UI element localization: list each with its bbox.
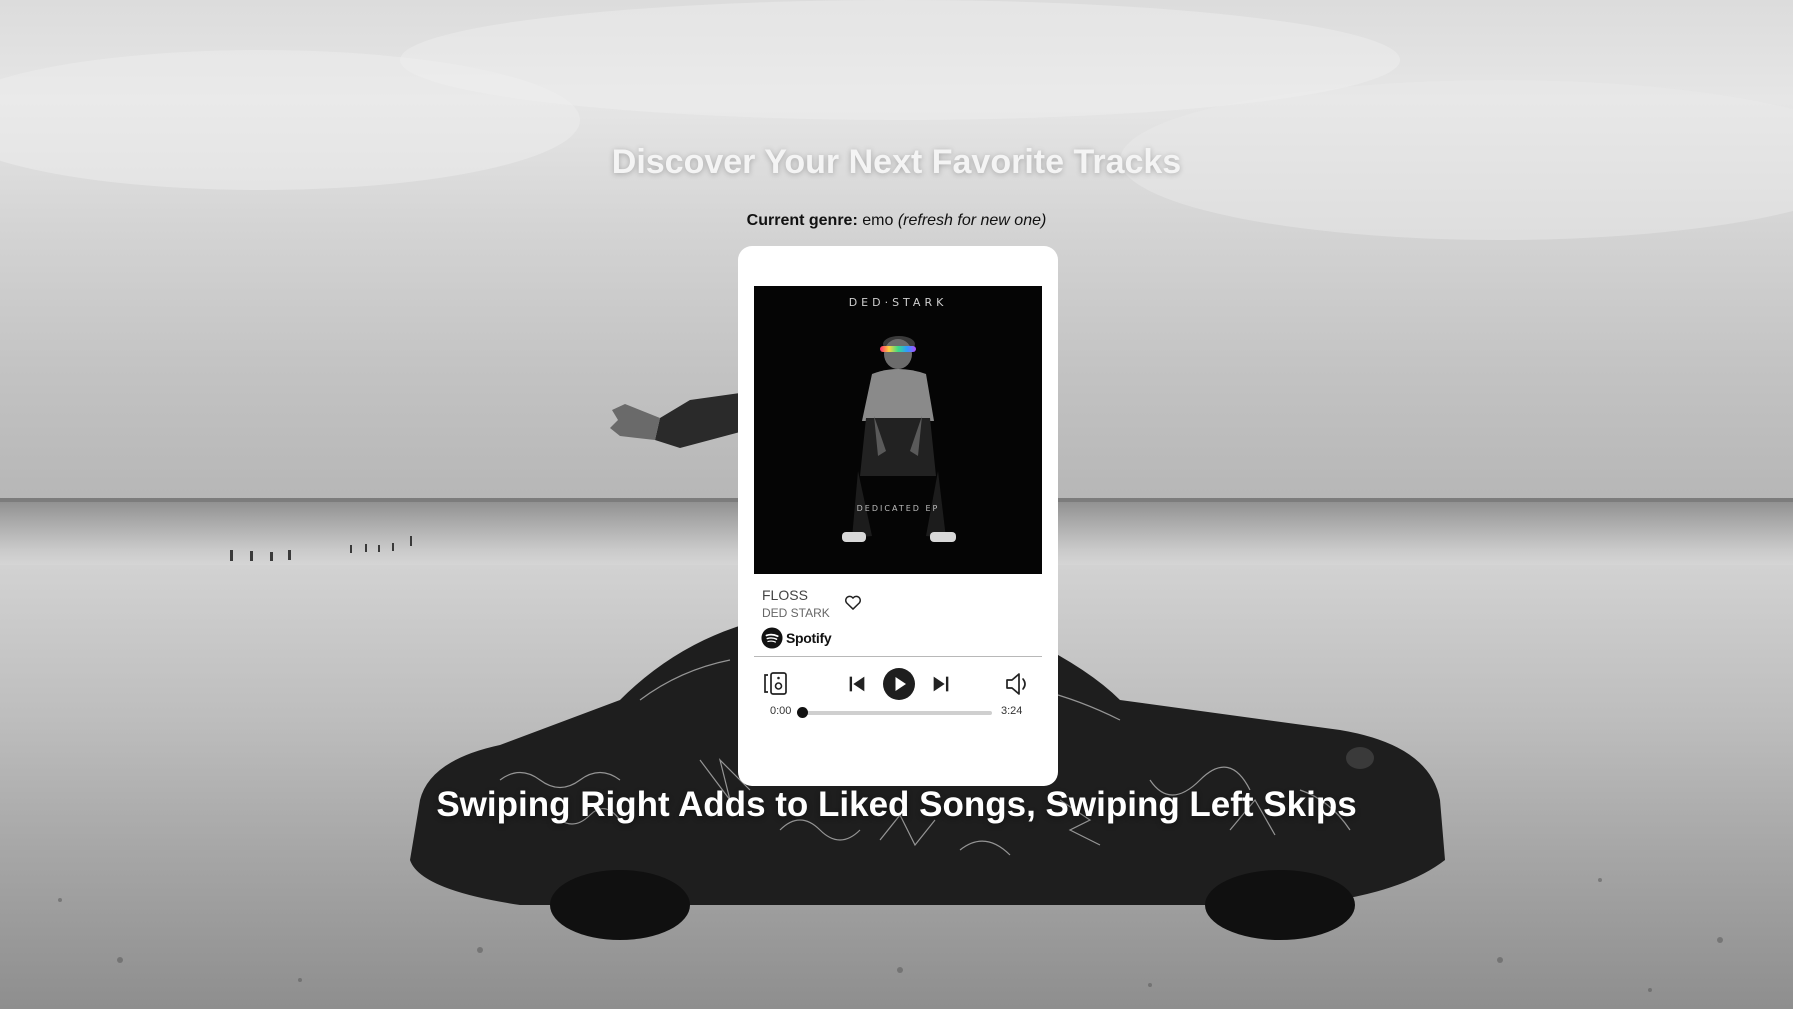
connect-device-icon xyxy=(764,672,787,695)
volume-icon xyxy=(1006,673,1026,695)
swipe-card[interactable]: DED·STARK DEDICATED EP FLOSS DED STARK S… xyxy=(738,246,1058,786)
cover-artist-text: DED·STARK xyxy=(848,296,948,309)
track-title: FLOSS xyxy=(762,587,808,603)
genre-value: emo xyxy=(862,212,894,229)
play-button[interactable] xyxy=(882,667,916,701)
reaching-arm xyxy=(610,393,740,448)
divider xyxy=(754,656,1042,657)
skip-next-icon xyxy=(933,676,949,692)
total-time: 3:24 xyxy=(1001,705,1023,717)
current-genre: Current genre: emo (refresh for new one) xyxy=(0,212,1793,230)
progress-slider[interactable] xyxy=(797,707,992,718)
swipe-instructions: Swiping Right Adds to Liked Songs, Swipi… xyxy=(436,785,1357,824)
previous-button[interactable] xyxy=(846,673,868,695)
volume-button[interactable] xyxy=(1004,671,1032,697)
connect-device-button[interactable] xyxy=(762,670,790,698)
cover-album-text: DEDICATED EP xyxy=(856,504,940,513)
heart-icon[interactable] xyxy=(843,592,863,612)
play-icon xyxy=(883,668,915,700)
skip-previous-icon xyxy=(849,676,865,692)
track-artist: DED STARK xyxy=(762,606,830,620)
spotify-wordmark: Spotify xyxy=(786,630,832,646)
sea-posts xyxy=(230,536,412,561)
album-cover: DED·STARK DEDICATED EP xyxy=(754,286,1042,574)
next-button[interactable] xyxy=(930,673,952,695)
album-cover-art xyxy=(842,336,956,542)
genre-hint: (refresh for new one) xyxy=(897,212,1047,229)
current-time: 0:00 xyxy=(770,705,792,717)
spotify-link[interactable]: Spotify xyxy=(761,627,832,649)
progress-knob[interactable] xyxy=(797,707,808,718)
spotify-logo-icon xyxy=(761,627,783,649)
genre-label: Current genre: xyxy=(746,212,858,229)
page-title: Discover Your Next Favorite Tracks xyxy=(611,143,1182,181)
